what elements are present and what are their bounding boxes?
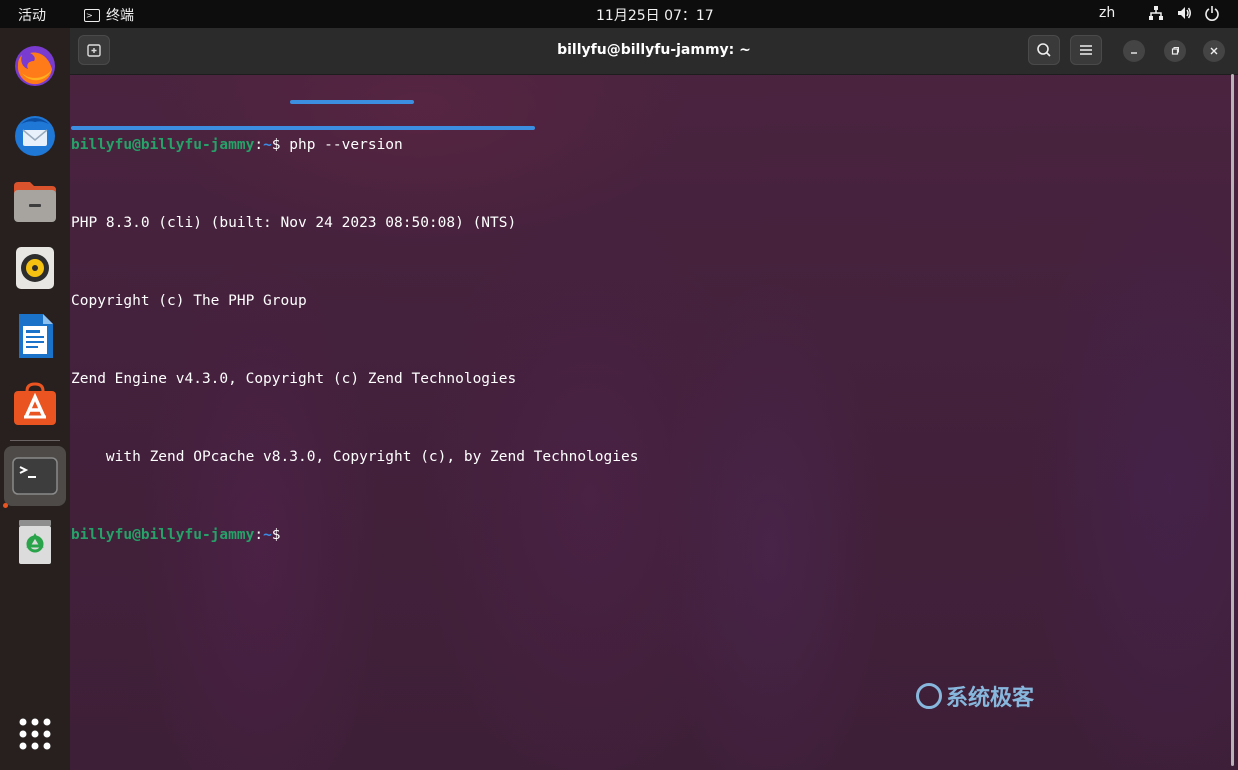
close-icon — [1210, 47, 1218, 55]
window-header[interactable]: billyfu@billyfu-jammy: ~ — [70, 28, 1238, 75]
command-line: billyfu@billyfu-jammy:~$ php --version — [71, 132, 638, 158]
close-button[interactable] — [1203, 40, 1225, 62]
minimize-button[interactable] — [1123, 40, 1145, 62]
output-line: Copyright (c) The PHP Group — [71, 293, 307, 309]
search-button[interactable] — [1028, 35, 1060, 65]
dock-rhythmbox[interactable] — [9, 242, 61, 294]
search-icon — [1037, 43, 1051, 57]
dock-thunderbird[interactable] — [9, 108, 61, 160]
app-menu[interactable]: > 终端 — [84, 5, 134, 25]
power-icon — [1205, 6, 1219, 21]
watermark: 系统极客 — [916, 680, 1034, 712]
system-status-area[interactable] — [1148, 5, 1220, 21]
watermark-logo-icon — [916, 683, 942, 709]
terminal-window[interactable]: billyfu@billyfu-jammy: ~ billyfu@billyfu… — [70, 28, 1238, 770]
terminal-app-icon: > — [84, 8, 100, 22]
thunderbird-icon — [15, 116, 55, 156]
dock-firefox[interactable] — [9, 40, 61, 92]
app-grid-icon — [19, 718, 51, 750]
hamburger-menu-icon — [1080, 45, 1092, 55]
maximize-button[interactable] — [1164, 40, 1186, 62]
rhythmbox-icon — [16, 247, 54, 289]
writer-icon — [19, 314, 53, 358]
window-title: billyfu@billyfu-jammy: ~ — [557, 42, 751, 58]
input-language-indicator[interactable]: zh — [1099, 5, 1115, 21]
trash-icon — [19, 520, 51, 564]
dock-software[interactable] — [9, 378, 61, 430]
software-icon — [14, 382, 56, 425]
dock-show-apps[interactable] — [9, 708, 61, 760]
clock[interactable]: 11月25日 07：17 — [596, 5, 714, 25]
running-indicator — [3, 503, 8, 508]
output-line: with Zend OPcache v8.3.0, Copyright (c),… — [71, 449, 639, 465]
prompt-user: billyfu@billyfu-jammy — [71, 137, 255, 153]
command-text: php --version — [289, 137, 403, 153]
dock — [0, 28, 70, 770]
prompt-path: ~ — [263, 527, 272, 543]
version-highlight — [71, 126, 535, 130]
minimize-icon — [1131, 52, 1137, 54]
prompt-path: ~ — [263, 137, 272, 153]
prompt-separator: : — [254, 137, 264, 153]
terminal-icon — [12, 457, 58, 495]
watermark-text: 系统极客 — [946, 686, 1035, 711]
menu-button[interactable] — [1070, 35, 1102, 65]
restore-icon — [1171, 47, 1179, 55]
prompt-symbol: $ — [271, 527, 290, 543]
volume-icon — [1178, 7, 1191, 19]
output-line: PHP 8.3.0 (cli) (built: Nov 24 2023 08:5… — [71, 215, 517, 231]
prompt-separator: : — [254, 527, 264, 543]
output-line: Zend Engine v4.3.0, Copyright (c) Zend T… — [71, 371, 517, 387]
terminal-output[interactable]: billyfu@billyfu-jammy:~$ php --version P… — [71, 80, 638, 600]
top-bar: 活动 > 终端 11月25日 07：17 zh — [0, 0, 1238, 28]
dock-files[interactable] — [9, 176, 61, 228]
scrollbar[interactable] — [1231, 74, 1234, 766]
dock-writer[interactable] — [9, 310, 61, 362]
prompt-symbol: $ — [271, 137, 290, 153]
prompt-user: billyfu@billyfu-jammy — [71, 527, 255, 543]
files-icon — [14, 182, 56, 222]
command-highlight — [290, 100, 414, 104]
dock-trash[interactable] — [9, 516, 61, 568]
network-icon — [1149, 6, 1163, 20]
firefox-icon — [15, 46, 55, 86]
dock-terminal[interactable] — [4, 446, 66, 506]
dock-separator — [10, 440, 60, 441]
app-menu-label: 终端 — [106, 8, 134, 24]
activities-button[interactable]: 活动 — [18, 5, 46, 25]
current-prompt-line[interactable]: billyfu@billyfu-jammy:~$ — [71, 522, 638, 548]
